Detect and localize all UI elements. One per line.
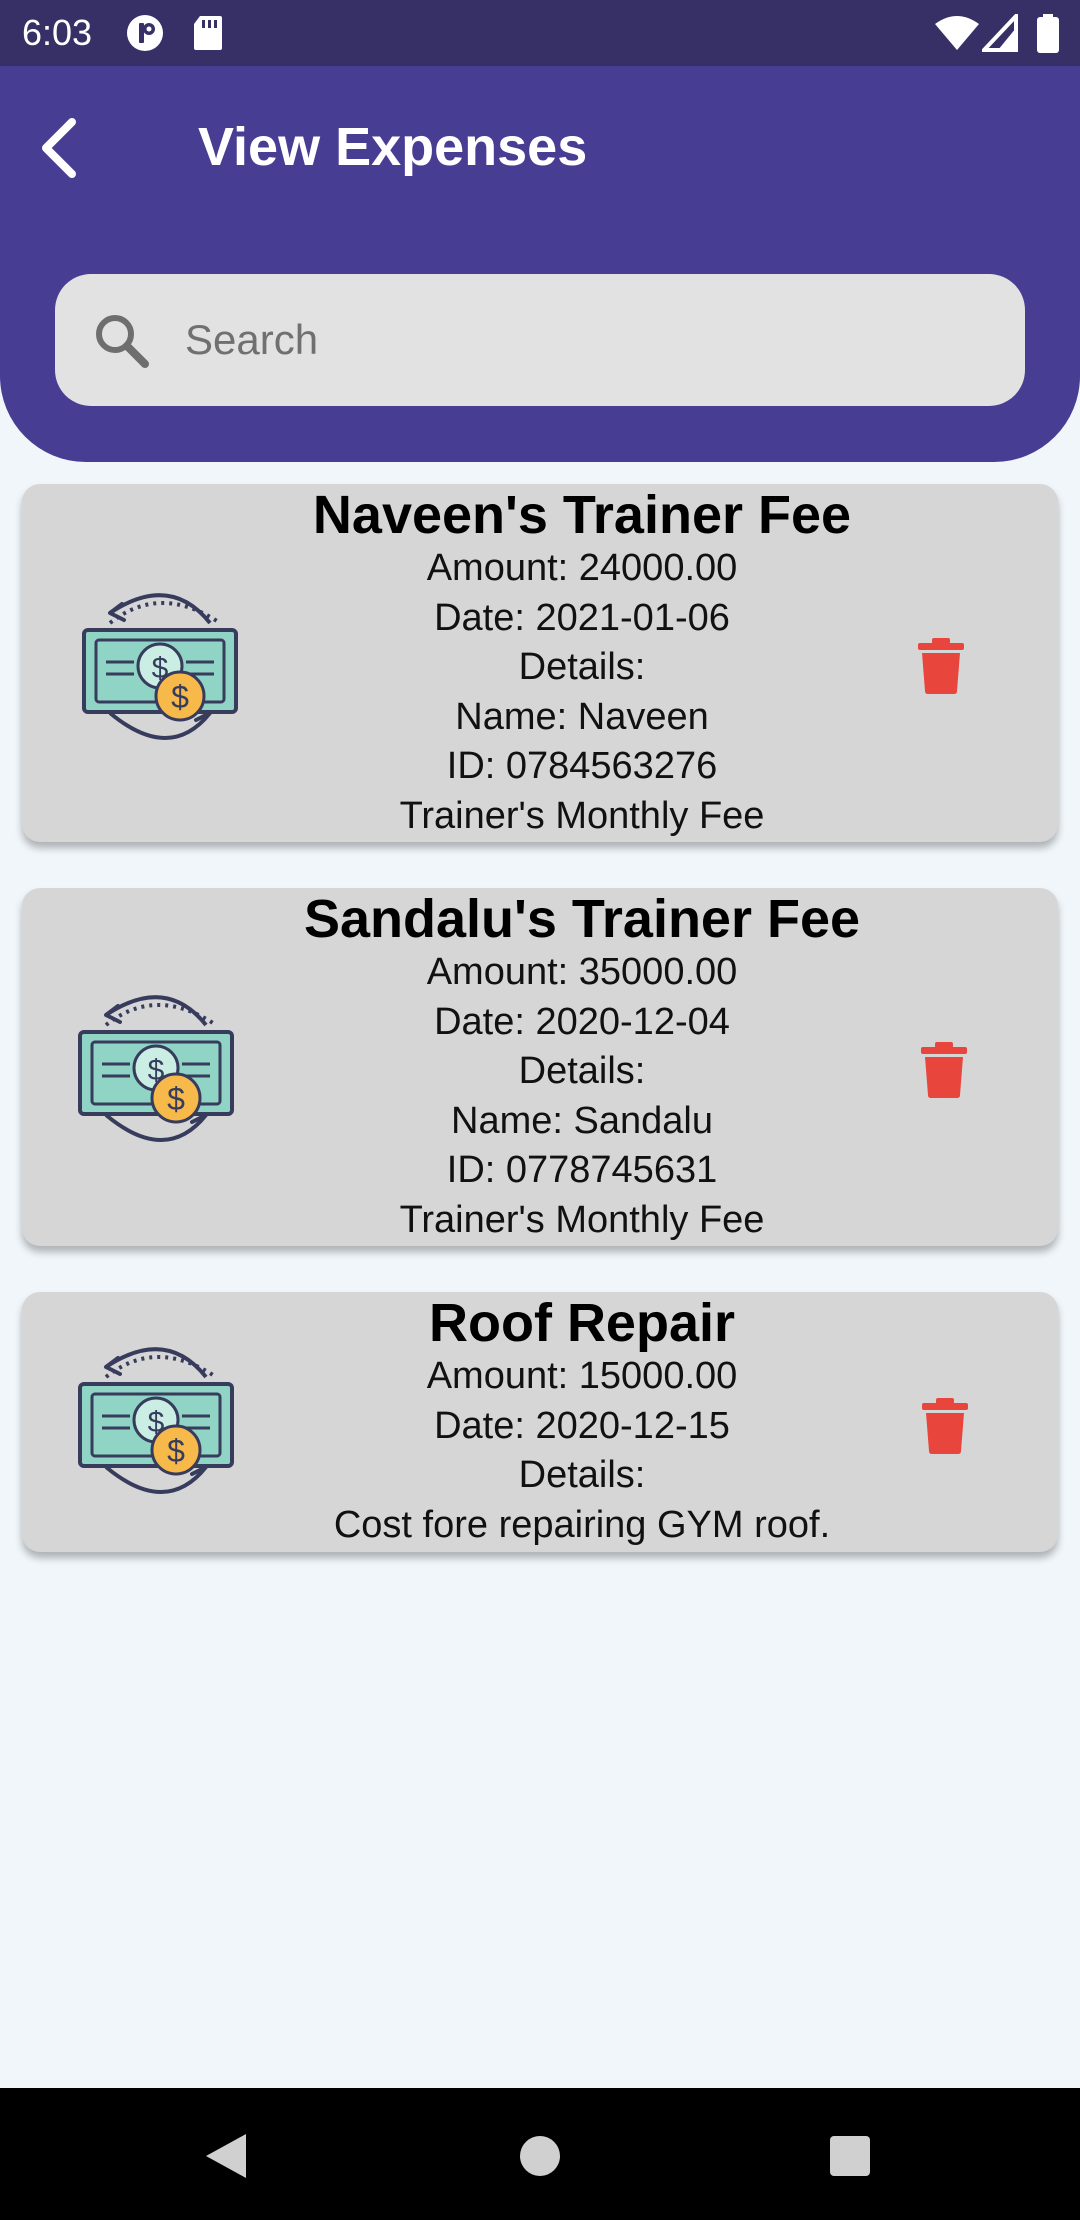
expense-date: Date: 2021-01-06 [434,596,730,639]
search-icon [96,315,149,368]
expense-title: Roof Repair [428,1293,736,1353]
expense-detail-line: ID: 0778745631 [446,1149,718,1191]
expense-detail-line: Trainer's Monthly Fee [399,794,765,837]
svg-text:$: $ [167,1433,185,1469]
expense-detail-line: ID: 0784563276 [446,745,718,787]
expense-amount: Amount: 15000.00 [426,1355,738,1397]
money-exchange-icon: $ $ [66,1332,246,1512]
search-bar[interactable] [55,274,1025,406]
expense-card[interactable]: $ $ Sandalu's Trainer Fee Amount: 35000.… [22,888,1058,1246]
expense-date: Date: 2020-12-15 [434,1404,730,1447]
expense-details-label: Details: [518,1050,646,1092]
search-input[interactable] [185,302,985,378]
battery-icon [1037,14,1059,53]
expense-details: Sandalu's Trainer Fee Amount: 35000.00 D… [272,890,892,1245]
expense-card[interactable]: $ $ Naveen's Trainer Fee Amount: 24000.0… [22,484,1058,842]
svg-text:$: $ [171,679,189,715]
status-time: 6:03 [22,12,93,53]
system-nav-bar [0,2088,1080,2220]
wifi-icon [935,16,979,50]
nav-back-icon[interactable] [204,2132,248,2180]
svg-text:$: $ [167,1081,185,1117]
page-title: View Expenses [198,117,588,177]
back-arrow-icon[interactable] [30,108,90,188]
money-exchange-icon: $ $ [66,980,246,1160]
cellular-signal-icon [982,14,1018,52]
nav-recents-icon[interactable] [828,2134,872,2178]
notification-app-icon [127,15,163,51]
expense-detail-line: Name: Sandalu [451,1099,713,1142]
expense-detail-line: Name: Naveen [455,695,709,738]
expense-date: Date: 2020-12-04 [434,1000,730,1043]
nav-home-icon[interactable] [518,2134,562,2178]
expense-details: Naveen's Trainer Fee Amount: 24000.00 Da… [272,486,892,841]
expense-details-label: Details: [518,646,646,688]
delete-trash-icon[interactable] [918,638,964,694]
delete-trash-icon[interactable] [922,1398,968,1454]
expense-title: Naveen's Trainer Fee [312,485,852,545]
expense-amount: Amount: 35000.00 [426,951,738,993]
expense-amount: Amount: 24000.00 [426,547,738,589]
expense-details: Roof Repair Amount: 15000.00 Date: 2020-… [272,1294,892,1550]
expense-card[interactable]: $ $ Roof Repair Amount: 15000.00 Date: 2… [22,1292,1058,1552]
expense-detail-line: Trainer's Monthly Fee [399,1198,765,1241]
expense-title: Sandalu's Trainer Fee [303,889,861,949]
status-bar: 6:03 [0,0,1080,66]
expense-details-label: Details: [518,1454,646,1496]
app-header: View Expenses [0,66,1080,462]
delete-trash-icon[interactable] [921,1042,967,1098]
money-exchange-icon: $ $ [70,578,250,758]
expense-detail-line: Cost fore repairing GYM roof. [333,1503,831,1546]
sd-card-icon [194,16,222,50]
